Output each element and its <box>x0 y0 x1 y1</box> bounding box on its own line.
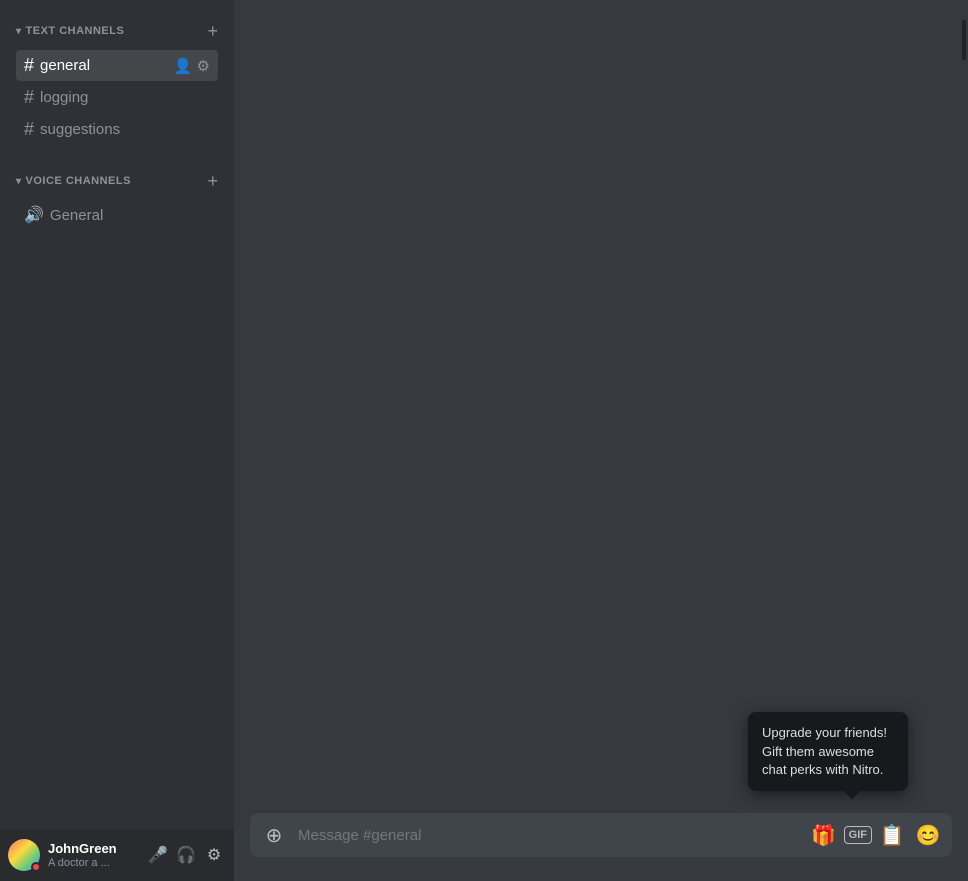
message-input[interactable] <box>290 813 808 857</box>
user-status: A doctor a ... <box>48 857 138 869</box>
username: JohnGreen <box>48 841 138 857</box>
user-settings-button[interactable]: ⚙ <box>202 843 226 867</box>
channel-name-general: general <box>40 57 174 74</box>
channel-item-logging[interactable]: # logging <box>16 82 218 113</box>
channel-item-voice-general[interactable]: 🔊 General <box>16 200 218 230</box>
channel-name-suggestions: suggestions <box>40 121 210 138</box>
channel-name-logging: logging <box>40 89 210 106</box>
toolbar-icons: 🎁 GIF 📋 😊 <box>808 819 944 851</box>
add-member-icon[interactable]: 👤 <box>174 57 193 75</box>
gift-button[interactable]: 🎁 <box>808 819 840 851</box>
voice-channels-chevron: ▾ <box>16 176 22 187</box>
hash-icon-suggestions: # <box>24 119 34 140</box>
settings-icon-general[interactable]: ⚙ <box>197 57 210 75</box>
user-controls: 🎤 🎧 ⚙ <box>146 843 226 867</box>
user-area: JohnGreen A doctor a ... 🎤 🎧 ⚙ <box>0 829 234 881</box>
channel-name-voice-general: General <box>50 207 210 224</box>
attach-button[interactable]: ⊕ <box>258 819 290 851</box>
add-voice-channel-button[interactable]: + <box>203 170 222 192</box>
avatar-wrapper <box>8 839 40 871</box>
speaker-icon: 🔊 <box>24 205 44 225</box>
text-channels-chevron: ▾ <box>16 26 22 37</box>
user-info: JohnGreen A doctor a ... <box>48 841 138 869</box>
scrollbar-thumb <box>962 20 966 60</box>
text-channel-list: # general 👤 ⚙ # logging # suggestions <box>8 50 226 145</box>
nitro-tooltip: Upgrade your friends! Gift them awesome … <box>748 712 908 791</box>
channel-item-general[interactable]: # general 👤 ⚙ <box>16 50 218 81</box>
message-bar: ⊕ 🎁 GIF 📋 😊 <box>234 813 968 881</box>
status-dot <box>31 862 41 872</box>
channel-item-suggestions[interactable]: # suggestions <box>16 114 218 145</box>
voice-channels-title: ▾ VOICE CHANNELS <box>16 175 131 187</box>
text-channels-title: ▾ TEXT CHANNELS <box>16 25 124 37</box>
gif-button[interactable]: GIF <box>844 826 872 844</box>
voice-channels-section: ▾ VOICE CHANNELS + 🔊 General <box>0 150 234 235</box>
deafen-button[interactable]: 🎧 <box>174 843 198 867</box>
sidebar: ▾ TEXT CHANNELS + # general 👤 ⚙ # loggin… <box>0 0 234 881</box>
voice-channel-list: 🔊 General <box>8 200 226 230</box>
add-text-channel-button[interactable]: + <box>203 20 222 42</box>
message-input-wrap: ⊕ 🎁 GIF 📋 😊 <box>250 813 952 857</box>
chat-area <box>234 0 968 813</box>
sticker-button[interactable]: 📋 <box>876 819 908 851</box>
text-channels-section: ▾ TEXT CHANNELS + # general 👤 ⚙ # loggin… <box>0 0 234 150</box>
tooltip-text: Upgrade your friends! Gift them awesome … <box>762 725 887 776</box>
hash-icon-general: # <box>24 55 34 76</box>
text-channels-header[interactable]: ▾ TEXT CHANNELS + <box>8 16 226 46</box>
text-channels-label: TEXT CHANNELS <box>26 25 125 37</box>
voice-channels-label: VOICE CHANNELS <box>26 175 131 187</box>
mute-button[interactable]: 🎤 <box>146 843 170 867</box>
hash-icon-logging: # <box>24 87 34 108</box>
emoji-button[interactable]: 😊 <box>912 819 944 851</box>
main-content: Upgrade your friends! Gift them awesome … <box>234 0 968 881</box>
channel-actions-general: 👤 ⚙ <box>174 57 210 75</box>
voice-channels-header[interactable]: ▾ VOICE CHANNELS + <box>8 166 226 196</box>
scrollbar-track[interactable] <box>960 0 968 881</box>
